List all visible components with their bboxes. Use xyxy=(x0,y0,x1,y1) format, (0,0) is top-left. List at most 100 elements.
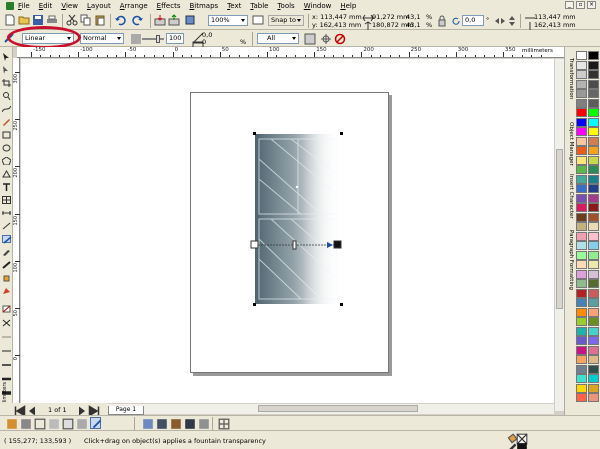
drawing-canvas[interactable] xyxy=(21,59,564,403)
color-swatch[interactable] xyxy=(576,326,587,336)
color-swatch[interactable] xyxy=(576,203,587,212)
color-swatch[interactable] xyxy=(576,231,587,241)
color-swatch[interactable] xyxy=(588,298,599,307)
color-swatch[interactable] xyxy=(588,317,599,326)
freeze-icon[interactable] xyxy=(304,33,316,45)
snap-to-button[interactable]: Snap to xyxy=(268,15,304,26)
merge-mode-select[interactable]: Normal xyxy=(80,33,124,44)
page-1-tab[interactable]: Page 1 xyxy=(108,406,144,415)
color-swatch[interactable] xyxy=(588,345,599,355)
color-swatch[interactable] xyxy=(588,203,599,212)
polygon-tool-icon[interactable] xyxy=(1,156,12,166)
color-swatch[interactable] xyxy=(576,269,587,279)
first-page-icon[interactable] xyxy=(14,405,26,417)
last-page-icon[interactable] xyxy=(88,405,100,417)
rectangle-tool-icon[interactable] xyxy=(2,131,11,139)
mirror-vertical-icon[interactable] xyxy=(506,15,517,26)
color-swatch[interactable] xyxy=(576,212,587,222)
color-swatch[interactable] xyxy=(576,222,587,231)
color-swatch[interactable] xyxy=(576,108,587,117)
color-swatch[interactable] xyxy=(588,98,599,108)
menu-layout[interactable]: Layout xyxy=(87,2,111,10)
ellipse-tool-icon[interactable] xyxy=(2,144,11,152)
paste-icon[interactable] xyxy=(94,14,106,26)
color-swatch[interactable] xyxy=(588,174,599,184)
color-swatch[interactable] xyxy=(576,345,587,355)
horizontal-scroll-thumb[interactable] xyxy=(258,405,418,412)
export-icon[interactable] xyxy=(168,14,180,26)
edge-pad-field[interactable]: 0 xyxy=(202,38,206,46)
color-swatch[interactable] xyxy=(588,222,599,231)
menu-bitmaps[interactable]: Bitmaps xyxy=(189,2,218,10)
no-fill-status-icon[interactable] xyxy=(516,433,528,445)
vertical-ruler[interactable]: 300 250 200 150 100 50 0 xyxy=(13,58,20,403)
color-swatch[interactable] xyxy=(576,383,587,393)
color-swatch[interactable] xyxy=(576,79,587,89)
color-swatch[interactable] xyxy=(576,279,587,288)
scale-x-field[interactable]: 43,1 xyxy=(406,13,420,21)
outline-none-icon[interactable] xyxy=(2,319,11,327)
door-image-group[interactable] xyxy=(21,59,564,403)
print-icon[interactable] xyxy=(46,14,58,26)
color-swatch[interactable] xyxy=(588,383,599,393)
smart-fill-tool-icon[interactable] xyxy=(2,118,11,126)
color-swatch[interactable] xyxy=(576,146,587,155)
close-icon[interactable]: × xyxy=(587,1,596,9)
straight-connector-tool-icon[interactable] xyxy=(2,222,11,230)
pattern-dark-icon[interactable] xyxy=(184,418,195,429)
new-document-icon[interactable] xyxy=(4,14,16,26)
menu-text[interactable]: Text xyxy=(227,2,241,10)
uniform-fill-icon[interactable] xyxy=(20,418,31,429)
color-swatch[interactable] xyxy=(576,288,587,298)
color-swatch[interactable] xyxy=(576,117,587,127)
color-swatch[interactable] xyxy=(588,70,599,79)
color-swatch[interactable] xyxy=(576,298,587,307)
color-swatch[interactable] xyxy=(588,60,599,70)
color-swatch[interactable] xyxy=(576,136,587,146)
position2-y-field[interactable]: 162,413 mm xyxy=(534,21,576,29)
color-swatch[interactable] xyxy=(576,127,587,136)
interactive-fill-tool-icon[interactable] xyxy=(2,287,11,295)
color-swatch[interactable] xyxy=(588,279,599,288)
color-swatch[interactable] xyxy=(576,51,587,60)
rotation-field[interactable]: 0,0 xyxy=(462,15,484,26)
color-swatch[interactable] xyxy=(576,336,587,345)
color-swatch[interactable] xyxy=(576,250,587,260)
pattern-photo-icon[interactable] xyxy=(156,418,167,429)
color-swatch[interactable] xyxy=(588,364,599,374)
gradient-end-handle[interactable] xyxy=(333,240,342,249)
color-swatch[interactable] xyxy=(576,241,587,250)
color-swatch[interactable] xyxy=(576,307,587,317)
fill-bucket-icon[interactable] xyxy=(506,433,518,444)
color-swatch[interactable] xyxy=(576,89,587,98)
color-swatch[interactable] xyxy=(588,117,599,127)
linear-transparency-icon[interactable] xyxy=(34,418,46,430)
pattern-blue-icon[interactable] xyxy=(142,418,153,429)
color-swatch[interactable] xyxy=(588,212,599,222)
color-swatch[interactable] xyxy=(576,317,587,326)
open-folder-icon[interactable] xyxy=(18,14,30,26)
hairline-outline-icon[interactable] xyxy=(2,333,11,341)
undo-icon[interactable] xyxy=(114,14,126,26)
color-swatch[interactable] xyxy=(576,165,587,174)
zoom-tool-icon[interactable] xyxy=(2,92,11,101)
save-icon[interactable] xyxy=(32,14,44,26)
menu-effects[interactable]: Effects xyxy=(157,2,181,10)
color-swatch[interactable] xyxy=(588,51,599,60)
color-swatch[interactable] xyxy=(588,136,599,146)
horizontal-scrollbar[interactable] xyxy=(108,404,554,414)
color-swatch[interactable] xyxy=(576,393,587,402)
menu-help[interactable]: Help xyxy=(340,2,356,10)
mirror-horizontal-icon[interactable] xyxy=(494,15,505,26)
color-swatch[interactable] xyxy=(588,241,599,250)
vertical-scrollbar[interactable] xyxy=(554,59,564,411)
transparency-type-select[interactable]: Linear xyxy=(22,33,74,44)
color-swatch[interactable] xyxy=(576,60,587,70)
conical-transparency-icon[interactable] xyxy=(62,418,74,430)
color-swatch[interactable] xyxy=(588,374,599,383)
previous-page-icon[interactable] xyxy=(26,405,35,416)
restore-icon[interactable]: ▫ xyxy=(576,1,585,9)
import-icon[interactable] xyxy=(154,14,166,26)
square-transparency-icon[interactable] xyxy=(76,418,87,429)
fountain-fill-icon[interactable] xyxy=(6,418,17,429)
